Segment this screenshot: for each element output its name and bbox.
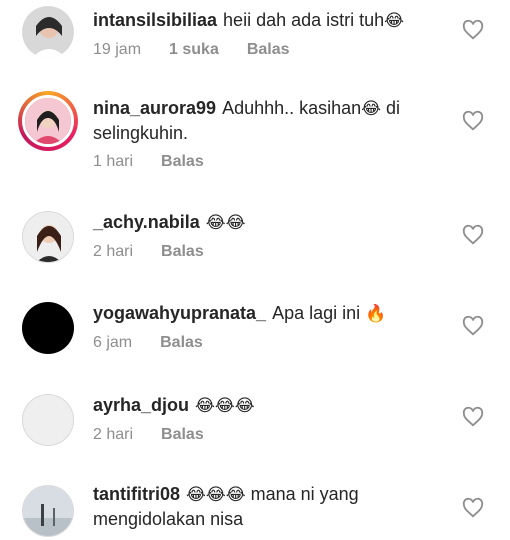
reply-button[interactable]: Balas [247, 41, 290, 59]
heart-outline-icon[interactable] [462, 406, 484, 428]
comment-meta: 2 hari Balas [93, 426, 448, 444]
comment-text: tantifitri08 😂😂😂 mana ni yang mengidolaka… [93, 482, 448, 531]
avatar[interactable] [22, 6, 74, 58]
comment-username[interactable]: _achy.nabila [93, 212, 200, 232]
comment-username[interactable]: tantifitri08 [93, 484, 180, 504]
heart-outline-icon[interactable] [462, 224, 484, 246]
emoji: 😂 [361, 99, 382, 119]
comment-time: 6 jam [93, 334, 133, 351]
comment-meta: 6 jam Balas [93, 334, 448, 352]
heart-outline-icon[interactable] [462, 315, 484, 337]
comment-time: 2 hari [93, 426, 134, 443]
comment-message: Apa lagi ini [272, 303, 361, 323]
comment-time: 19 jam [93, 41, 142, 58]
comment-meta: 19 jam 1 suka Balas [93, 41, 448, 59]
reply-button[interactable]: Balas [161, 426, 204, 444]
comment-username[interactable]: ayrha_djou [93, 395, 189, 415]
emoji: 😂😂😂 [195, 396, 255, 416]
heart-outline-icon[interactable] [462, 19, 484, 41]
default-avatar[interactable] [22, 394, 74, 446]
comment-time: 1 hari [93, 153, 134, 170]
comment-text: ayrha_djou 😂😂😂 [93, 393, 448, 418]
emoji: 😂 [384, 11, 405, 31]
comment-message: heii dah ada istri tuh [223, 10, 385, 30]
comment-username[interactable]: intansilsibiliaa [93, 10, 217, 30]
emoji: 😂😂 [205, 213, 246, 233]
comment-time: 2 hari [93, 243, 134, 260]
heart-outline-icon[interactable] [462, 497, 484, 519]
avatar-with-story-ring[interactable] [18, 91, 78, 151]
comment-username[interactable]: nina_aurora99 [93, 98, 216, 118]
comment-username[interactable]: yogawahyupranata_ [93, 303, 266, 323]
reply-button[interactable]: Balas [160, 334, 203, 352]
reply-button[interactable]: Balas [161, 153, 204, 171]
comment-text: _achy.nabila 😂😂 [93, 210, 448, 235]
emoji: 😂😂😂 [186, 485, 246, 505]
fire-emoji: 🔥 [365, 304, 387, 324]
comment-meta: 1 hari Balas [93, 153, 448, 171]
heart-outline-icon[interactable] [462, 110, 484, 132]
avatar[interactable] [22, 485, 74, 537]
comment-text: yogawahyupranata_ Apa lagi ini 🔥 [93, 301, 448, 326]
avatar[interactable] [22, 302, 74, 354]
comment-message: Aduhhh.. kasihan [222, 98, 362, 118]
comment-text: nina_aurora99 Aduhhh.. kasihan😂 di seling… [93, 96, 448, 145]
avatar[interactable] [22, 211, 74, 263]
comment-text: intansilsibiliaa heii dah ada istri tuh😂 [93, 8, 448, 33]
reply-button[interactable]: Balas [161, 243, 204, 261]
likes-count[interactable]: 1 suka [169, 41, 219, 59]
comment-meta: 2 hari Balas [93, 243, 448, 261]
